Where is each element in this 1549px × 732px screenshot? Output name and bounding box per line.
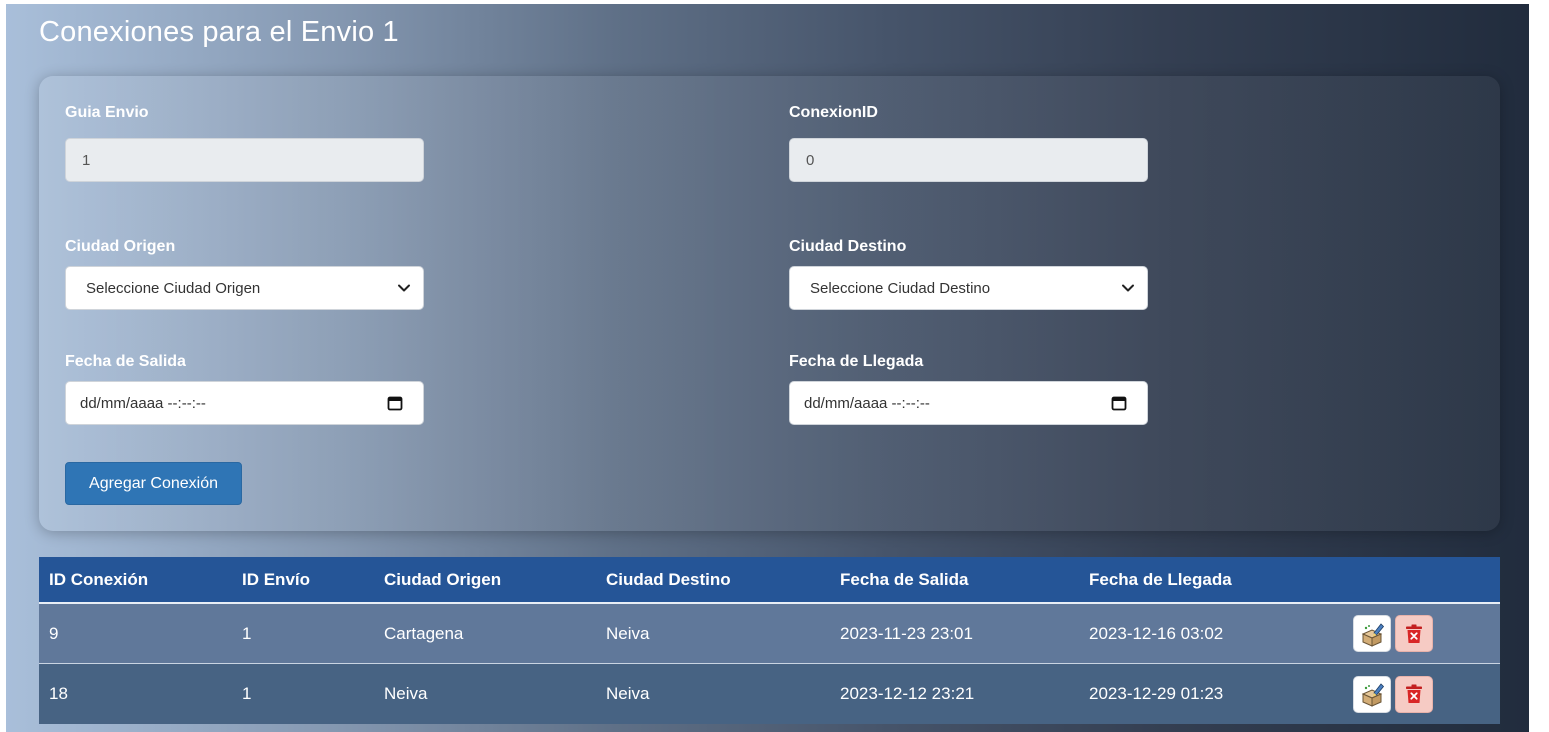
cell-ciudad-origen: Neiva	[384, 684, 428, 703]
cell-id-envio: 1	[242, 684, 252, 703]
header-id-conexion: ID Conexión	[49, 569, 149, 589]
cell-fecha-llegada: 2023-12-29 01:23	[1089, 684, 1224, 703]
ciudad-destino-select[interactable]: Seleccione Ciudad Destino	[789, 266, 1148, 310]
ciudad-destino-field: Ciudad Destino Seleccione Ciudad Destino	[789, 238, 1148, 310]
right-margin	[1529, 4, 1549, 732]
calendar-icon[interactable]	[1111, 395, 1127, 411]
row-actions	[1353, 615, 1433, 652]
fecha-llegada-input[interactable]: dd/mm/aaaa --:--:--	[789, 381, 1148, 425]
conexion-id-field: ConexionID 0	[789, 104, 1148, 182]
table-row: 9 1 Cartagena Neiva 2023-11-23 23:01 202…	[39, 604, 1500, 664]
page-background: Conexiones para el Envio 1 Guia Envio 1 …	[6, 4, 1529, 732]
cell-id-conexion: 9	[49, 623, 59, 643]
edit-button[interactable]	[1353, 675, 1391, 713]
cell-id-conexion: 18	[49, 684, 68, 703]
cell-ciudad-destino: Neiva	[606, 623, 650, 643]
ciudad-origen-field: Ciudad Origen Seleccione Ciudad Origen	[65, 238, 424, 310]
conexion-id-value: 0	[806, 151, 815, 169]
fecha-llegada-label: Fecha de Llegada	[789, 353, 924, 370]
fecha-salida-field: Fecha de Salida dd/mm/aaaa --:--:--	[65, 353, 424, 425]
cell-fecha-llegada: 2023-12-16 03:02	[1089, 623, 1224, 643]
guia-envio-label: Guia Envio	[65, 104, 149, 121]
ciudad-destino-selected: Seleccione Ciudad Destino	[810, 279, 991, 297]
conexion-id-label: ConexionID	[789, 104, 878, 121]
trash-icon	[1406, 624, 1422, 643]
chevron-down-icon	[1121, 281, 1135, 295]
fecha-salida-placeholder: dd/mm/aaaa --:--:--	[80, 394, 206, 412]
page-title: Conexiones para el Envio 1	[39, 16, 399, 48]
ciudad-origen-select[interactable]: Seleccione Ciudad Origen	[65, 266, 424, 310]
connection-form-card: Guia Envio 1 ConexionID 0 Ciudad Origen …	[39, 76, 1500, 531]
ciudad-origen-selected: Seleccione Ciudad Origen	[86, 279, 261, 297]
header-fecha-salida: Fecha de Salida	[840, 569, 969, 589]
cell-ciudad-destino: Neiva	[606, 684, 650, 703]
ciudad-origen-label: Ciudad Origen	[65, 238, 176, 255]
cell-fecha-salida: 2023-11-23 23:01	[840, 623, 973, 643]
delete-button[interactable]	[1395, 615, 1433, 652]
fecha-salida-label: Fecha de Salida	[65, 353, 186, 370]
header-fecha-llegada: Fecha de Llegada	[1089, 569, 1232, 589]
delete-button[interactable]	[1395, 675, 1433, 713]
guia-envio-value: 1	[82, 151, 91, 169]
connections-table: ID Conexión ID Envío Ciudad Origen Ciuda…	[39, 557, 1500, 724]
table-header: ID Conexión ID Envío Ciudad Origen Ciuda…	[39, 557, 1500, 604]
trash-icon	[1406, 684, 1422, 703]
edit-button[interactable]	[1353, 615, 1391, 652]
chevron-down-icon	[397, 281, 411, 295]
edit-box-icon	[1361, 683, 1385, 707]
table-row: 18 1 Neiva Neiva 2023-12-12 23:21 2023-1…	[39, 664, 1500, 724]
fecha-salida-input[interactable]: dd/mm/aaaa --:--:--	[65, 381, 424, 425]
cell-ciudad-origen: Cartagena	[384, 623, 464, 643]
fecha-llegada-field: Fecha de Llegada dd/mm/aaaa --:--:--	[789, 353, 1148, 425]
calendar-icon[interactable]	[387, 395, 403, 411]
header-id-envio: ID Envío	[242, 569, 311, 589]
row-actions	[1353, 675, 1433, 713]
header-ciudad-destino: Ciudad Destino	[606, 569, 731, 589]
header-ciudad-origen: Ciudad Origen	[384, 569, 502, 589]
cell-fecha-salida: 2023-12-12 23:21	[840, 684, 975, 703]
cell-id-envio: 1	[242, 623, 252, 643]
guia-envio-input[interactable]: 1	[65, 138, 424, 182]
agregar-conexion-button[interactable]: Agregar Conexión	[65, 462, 242, 505]
guia-envio-field: Guia Envio 1	[65, 104, 424, 182]
edit-box-icon	[1361, 622, 1385, 647]
ciudad-destino-label: Ciudad Destino	[789, 238, 907, 255]
conexion-id-input[interactable]: 0	[789, 138, 1148, 182]
fecha-llegada-placeholder: dd/mm/aaaa --:--:--	[804, 394, 930, 412]
